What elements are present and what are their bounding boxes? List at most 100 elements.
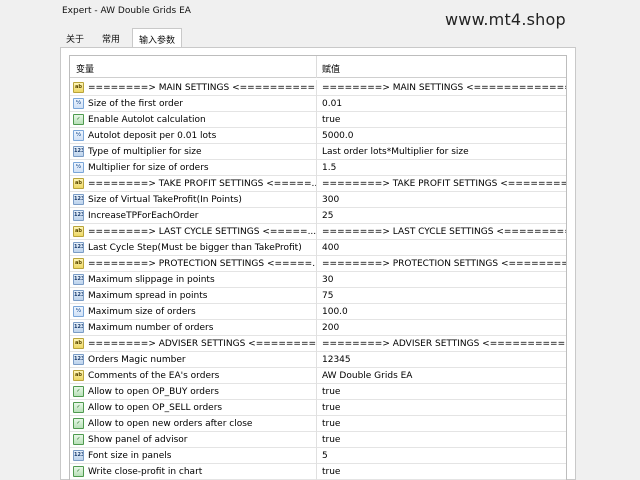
integer-type-icon: 123 xyxy=(73,322,84,333)
cell-divider xyxy=(316,448,317,464)
string-type-icon: ab xyxy=(73,226,84,237)
parameter-value[interactable]: 5000.0 xyxy=(322,131,566,141)
boolean-type-icon: ✓ xyxy=(73,418,84,429)
parameter-name: Size of the first order xyxy=(88,99,183,109)
parameter-value[interactable]: ========> LAST CYCLE SETTINGS <=========… xyxy=(322,227,566,237)
table-row[interactable]: 123 Maximum slippage in points 30 xyxy=(70,272,566,288)
boolean-type-icon: ✓ xyxy=(73,434,84,445)
parameter-value[interactable]: true xyxy=(322,435,566,445)
table-row[interactable]: ab ========> LAST CYCLE SETTINGS <=====..… xyxy=(70,224,566,240)
parameter-value[interactable]: 300 xyxy=(322,195,566,205)
integer-type-icon: 123 xyxy=(73,210,84,221)
parameter-name: Write close-profit in chart xyxy=(88,467,203,477)
table-row[interactable]: ✓ Allow to open OP_SELL orders true xyxy=(70,400,566,416)
parameter-value[interactable]: true xyxy=(322,115,566,125)
table-row[interactable]: ½ Size of the first order 0.01 xyxy=(70,96,566,112)
parameter-value[interactable]: true xyxy=(322,387,566,397)
parameter-value[interactable]: 400 xyxy=(322,243,566,253)
table-row[interactable]: 123 IncreaseTPForEachOrder 25 xyxy=(70,208,566,224)
parameter-value[interactable]: 200 xyxy=(322,323,566,333)
integer-type-icon: 123 xyxy=(73,274,84,285)
table-row[interactable]: 123 Orders Magic number 12345 xyxy=(70,352,566,368)
cell-divider xyxy=(316,224,317,240)
table-row[interactable]: 123 Maximum spread in points 75 xyxy=(70,288,566,304)
cell-divider xyxy=(316,176,317,192)
parameter-value[interactable]: 0.01 xyxy=(322,99,566,109)
parameter-name: Maximum number of orders xyxy=(88,323,214,333)
parameter-value[interactable]: true xyxy=(322,403,566,413)
integer-type-icon: 123 xyxy=(73,146,84,157)
table-row[interactable]: 123 Size of Virtual TakeProfit(In Points)… xyxy=(70,192,566,208)
cell-divider xyxy=(316,352,317,368)
tab-about[interactable]: 关于 xyxy=(60,28,90,47)
parameter-name: ========> LAST CYCLE SETTINGS <=====... xyxy=(88,227,316,237)
cell-divider xyxy=(316,144,317,160)
table-row[interactable]: ½ Multiplier for size of orders 1.5 xyxy=(70,160,566,176)
table-row[interactable]: ab ========> TAKE PROFIT SETTINGS <=====.… xyxy=(70,176,566,192)
cell-divider xyxy=(316,400,317,416)
cell-divider xyxy=(316,384,317,400)
integer-type-icon: 123 xyxy=(73,194,84,205)
parameter-name: Allow to open OP_BUY orders xyxy=(88,387,219,397)
column-header-value[interactable]: 赋值 xyxy=(322,62,340,75)
parameter-value[interactable]: 75 xyxy=(322,291,566,301)
table-row[interactable]: 123 Font size in panels 5 xyxy=(70,448,566,464)
parameter-value[interactable]: AW Double Grids EA xyxy=(322,371,566,381)
parameter-value[interactable]: ========> PROTECTION SETTINGS <=========… xyxy=(322,259,566,269)
table-row[interactable]: 123 Type of multiplier for size Last order… xyxy=(70,144,566,160)
column-divider[interactable] xyxy=(316,56,317,78)
boolean-type-icon: ✓ xyxy=(73,386,84,397)
cell-divider xyxy=(316,240,317,256)
parameter-value[interactable]: 5 xyxy=(322,451,566,461)
cell-divider xyxy=(316,96,317,112)
table-row[interactable]: ½ Maximum size of orders 100.0 xyxy=(70,304,566,320)
cell-divider xyxy=(316,192,317,208)
parameters-table: 变量 赋值 ab ========> MAIN SETTINGS <=======… xyxy=(69,55,567,480)
parameter-name: Orders Magic number xyxy=(88,355,186,365)
table-row[interactable]: 123 Last Cycle Step(Must be bigger than T… xyxy=(70,240,566,256)
string-type-icon: ab xyxy=(73,370,84,381)
parameter-value[interactable]: ========> MAIN SETTINGS <===============… xyxy=(322,83,566,93)
table-row[interactable]: ab ========> MAIN SETTINGS <===========..… xyxy=(70,80,566,96)
parameter-value[interactable]: true xyxy=(322,419,566,429)
parameter-name: Maximum slippage in points xyxy=(88,275,215,285)
parameter-value[interactable]: Last order lots*Multiplier for size xyxy=(322,147,566,157)
parameter-value[interactable]: ========> TAKE PROFIT SETTINGS <========… xyxy=(322,179,566,189)
parameter-value[interactable]: 30 xyxy=(322,275,566,285)
cell-divider xyxy=(316,128,317,144)
table-row[interactable]: ✓ Show panel of advisor true xyxy=(70,432,566,448)
table-row[interactable]: ½ Autolot deposit per 0.01 lots 5000.0 xyxy=(70,128,566,144)
inputs-panel: 变量 赋值 ab ========> MAIN SETTINGS <=======… xyxy=(60,47,576,480)
parameter-value[interactable]: true xyxy=(322,467,566,477)
table-body: ab ========> MAIN SETTINGS <===========..… xyxy=(70,80,566,480)
tab-common[interactable]: 常用 xyxy=(94,28,128,47)
table-row[interactable]: ✓ Enable Autolot calculation true xyxy=(70,112,566,128)
integer-type-icon: 123 xyxy=(73,450,84,461)
parameter-value[interactable]: ========> ADVISER SETTINGS <============… xyxy=(322,339,566,349)
window-title: Expert - AW Double Grids EA xyxy=(62,6,191,16)
table-row[interactable]: ✓ Allow to open new orders after close tru… xyxy=(70,416,566,432)
table-row[interactable]: 123 Maximum number of orders 200 xyxy=(70,320,566,336)
parameter-name: Multiplier for size of orders xyxy=(88,163,209,173)
parameter-name: Allow to open OP_SELL orders xyxy=(88,403,223,413)
parameter-value[interactable]: 12345 xyxy=(322,355,566,365)
table-row[interactable]: ab ========> ADVISER SETTINGS <=========.… xyxy=(70,336,566,352)
table-row[interactable]: ✓ Allow to open OP_BUY orders true xyxy=(70,384,566,400)
string-type-icon: ab xyxy=(73,338,84,349)
table-row[interactable]: ✓ Write close-profit in chart true xyxy=(70,464,566,480)
parameter-value[interactable]: 25 xyxy=(322,211,566,221)
cell-divider xyxy=(316,208,317,224)
table-row[interactable]: ab Comments of the EA's orders AW Double G… xyxy=(70,368,566,384)
tab-inputs[interactable]: 输入参数 xyxy=(132,28,182,48)
table-row[interactable]: ab ========> PROTECTION SETTINGS <=====..… xyxy=(70,256,566,272)
parameter-name: ========> PROTECTION SETTINGS <=====... xyxy=(88,259,316,269)
cell-divider xyxy=(316,288,317,304)
cell-divider xyxy=(316,320,317,336)
parameter-name: Last Cycle Step(Must be bigger than Take… xyxy=(88,243,302,253)
parameter-value[interactable]: 100.0 xyxy=(322,307,566,317)
cell-divider xyxy=(316,112,317,128)
column-header-variable[interactable]: 变量 xyxy=(76,62,94,75)
parameter-name: Enable Autolot calculation xyxy=(88,115,206,125)
double-type-icon: ½ xyxy=(73,162,84,173)
parameter-value[interactable]: 1.5 xyxy=(322,163,566,173)
